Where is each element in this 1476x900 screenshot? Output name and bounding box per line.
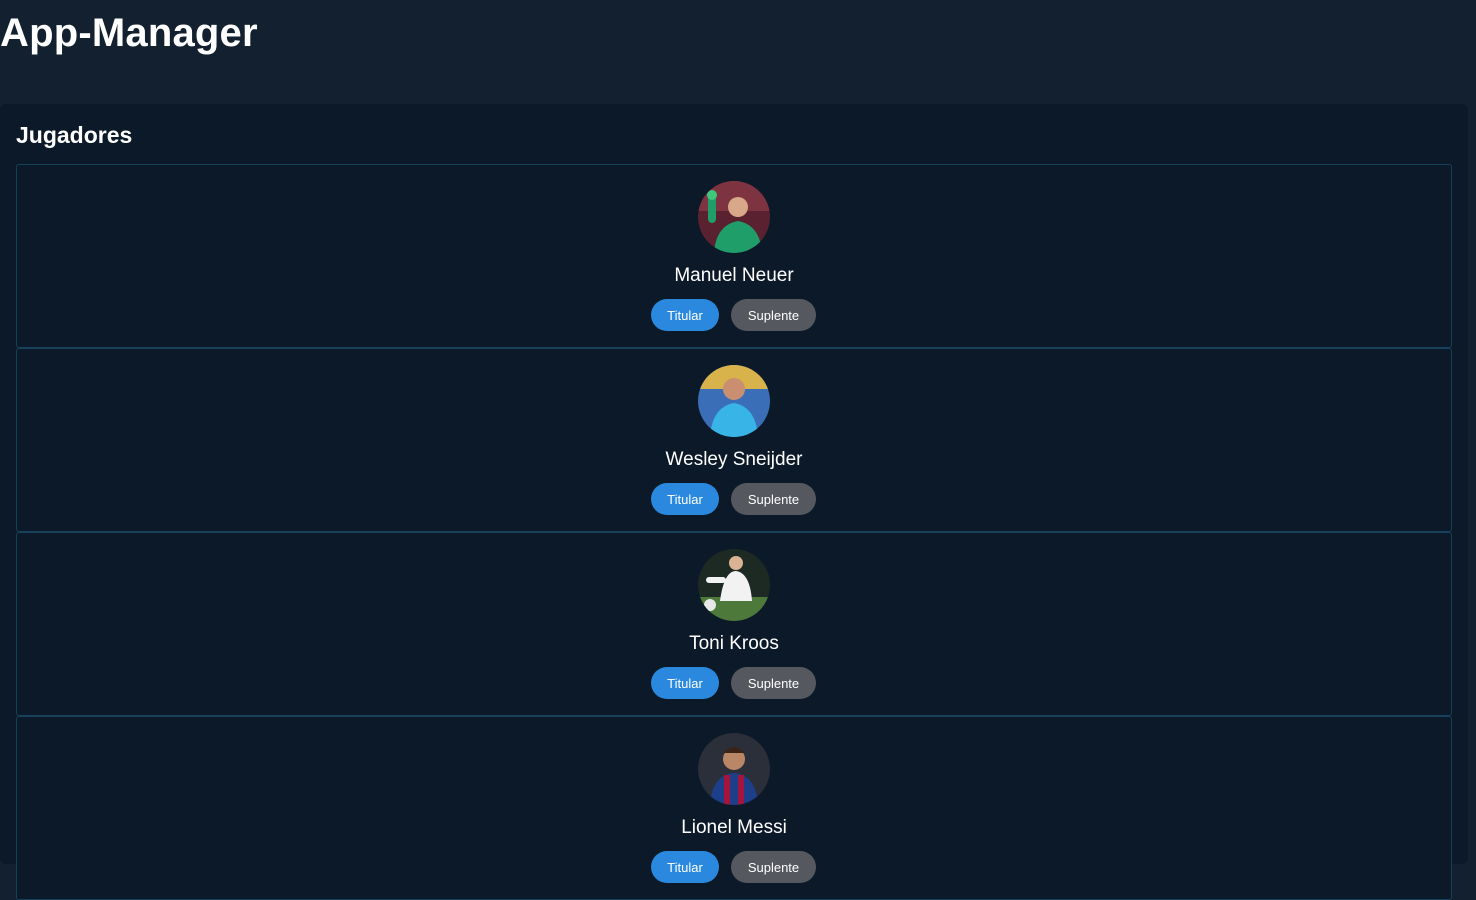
player-avatar xyxy=(698,733,770,805)
player-avatar xyxy=(698,549,770,621)
titular-button[interactable]: Titular xyxy=(651,483,719,515)
suplente-button[interactable]: Suplente xyxy=(731,483,816,515)
player-card: Lionel Messi Titular Suplente xyxy=(16,716,1452,900)
suplente-button[interactable]: Suplente xyxy=(731,299,816,331)
player-status-buttons: Titular Suplente xyxy=(651,483,816,515)
player-card: Wesley Sneijder Titular Suplente xyxy=(16,348,1452,532)
player-status-buttons: Titular Suplente xyxy=(651,851,816,883)
players-panel: Jugadores Manuel Neuer Titular Suplente xyxy=(0,104,1468,900)
player-list: Manuel Neuer Titular Suplente Wesley Sne… xyxy=(16,164,1452,900)
app-title: App-Manager xyxy=(0,11,258,55)
player-name: Wesley Sneijder xyxy=(665,449,803,470)
titular-button[interactable]: Titular xyxy=(651,299,719,331)
player-name: Toni Kroos xyxy=(689,633,779,654)
player-status-buttons: Titular Suplente xyxy=(651,299,816,331)
player-card: Manuel Neuer Titular Suplente xyxy=(16,164,1452,348)
player-name: Lionel Messi xyxy=(681,817,787,838)
suplente-button[interactable]: Suplente xyxy=(731,851,816,883)
titular-button[interactable]: Titular xyxy=(651,851,719,883)
player-status-buttons: Titular Suplente xyxy=(651,667,816,699)
player-name: Manuel Neuer xyxy=(674,265,794,286)
players-section-title: Jugadores xyxy=(16,122,133,148)
titular-button[interactable]: Titular xyxy=(651,667,719,699)
player-avatar xyxy=(698,181,770,253)
player-avatar xyxy=(698,365,770,437)
player-card: Toni Kroos Titular Suplente xyxy=(16,532,1452,716)
suplente-button[interactable]: Suplente xyxy=(731,667,816,699)
